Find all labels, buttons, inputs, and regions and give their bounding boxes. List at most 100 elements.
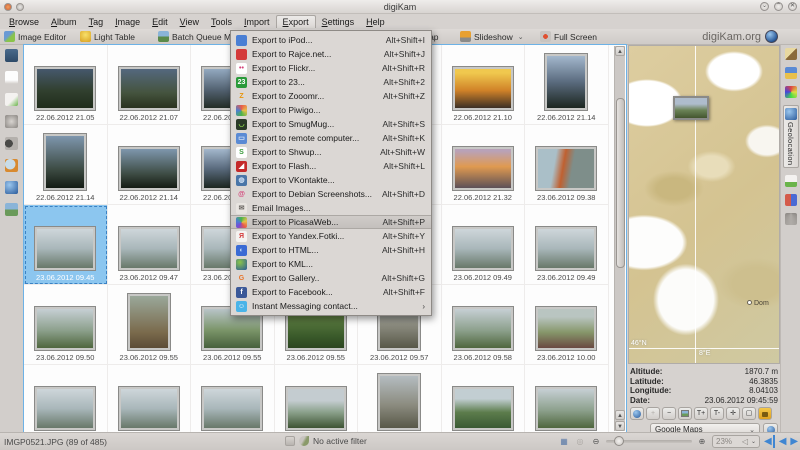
thumbnail-cell[interactable]: 23.06.2012 09.49 <box>441 205 525 285</box>
menu-item-export-to-facebook[interactable]: f Export to Facebook... Alt+Shift+F <box>231 285 431 299</box>
menubar-item-tag[interactable]: Tag <box>83 16 110 28</box>
grid-view-icon[interactable]: ▦ <box>558 436 570 448</box>
menubar-item-tools[interactable]: Tools <box>205 16 238 28</box>
photo-thumbnail[interactable] <box>34 66 97 111</box>
menubar-item-edit[interactable]: Edit <box>146 16 174 28</box>
scroll-down-icon[interactable]: ▼ <box>615 421 625 431</box>
menubar-item-album[interactable]: Album <box>45 16 83 28</box>
region-select-button[interactable]: ▢ <box>742 407 756 420</box>
menubar-item-export[interactable]: Export <box>275 15 316 28</box>
toolbar-button-image-editor[interactable]: Image Editor <box>4 30 66 43</box>
photo-thumbnail[interactable] <box>451 386 514 431</box>
menubar-item-help[interactable]: Help <box>360 16 391 28</box>
calendar-icon[interactable] <box>5 71 18 84</box>
properties-icon[interactable] <box>784 48 797 60</box>
thumbnail-cell[interactable]: 23.06.2012 09.58 <box>441 285 525 365</box>
thumbnail-cell[interactable]: 22.06.2012 21.14 <box>107 125 191 205</box>
minimize-icon[interactable]: ⌄ <box>760 2 769 11</box>
thumbnail-cell[interactable]: 23.06.2012 10.13 <box>525 365 609 432</box>
search-icon[interactable] <box>5 137 18 150</box>
increase-thumb-button[interactable]: T+ <box>694 407 708 420</box>
map-settings-button[interactable] <box>630 407 644 420</box>
menu-item-email-images[interactable]: ✉ Email Images... <box>231 201 431 215</box>
thumbnail-cell[interactable]: 23.06.2012 09.55 <box>107 285 191 365</box>
thumbnail-cell[interactable]: 23.06.2012 10.09 <box>442 365 525 432</box>
photo-thumbnail[interactable] <box>201 386 264 431</box>
maximize-icon[interactable]: ⌃ <box>774 2 783 11</box>
photo-thumbnail[interactable] <box>451 66 514 111</box>
metadata-icon[interactable] <box>784 67 797 79</box>
photo-thumbnail[interactable] <box>34 386 97 431</box>
photo-thumbnail[interactable] <box>117 146 180 191</box>
photo-thumbnail[interactable] <box>117 226 180 271</box>
timeline-icon[interactable] <box>5 115 18 128</box>
previous-image-button[interactable]: ◀ <box>779 435 787 448</box>
thumbnail-cell[interactable]: 23.06.2012 10.00 <box>525 285 609 365</box>
thumbnail-cell[interactable]: 23.06.2012 09.45 <box>24 205 108 285</box>
first-image-button[interactable]: ◀ <box>764 435 775 448</box>
show-thumbnails-button[interactable] <box>678 407 692 420</box>
menu-item-export-to-flash[interactable]: ◢ Export to Flash... Alt+Shift+L <box>231 159 431 173</box>
thumbnail-cell[interactable]: 22.06.2012 21.14 <box>24 125 108 205</box>
photo-thumbnail[interactable] <box>117 386 180 431</box>
zoom-in-button[interactable]: + <box>646 407 660 420</box>
next-image-button[interactable]: ▶ <box>790 435 798 448</box>
zoom-slider[interactable] <box>606 436 692 446</box>
menu-item-export-to-flickr[interactable]: •• Export to Flickr... Alt+Shift+R <box>231 61 431 75</box>
people-icon[interactable] <box>5 203 18 216</box>
photo-thumbnail[interactable] <box>544 53 589 111</box>
photo-thumbnail[interactable] <box>377 373 422 431</box>
toolbar-button-light-table[interactable]: Light Table <box>80 30 135 43</box>
map-view[interactable]: 46°N 8°E Dom <box>628 45 780 364</box>
menu-item-export-to-gallery[interactable]: G Export to Gallery.. Alt+Shift+G <box>231 271 431 285</box>
photo-thumbnail[interactable] <box>117 66 180 111</box>
menu-item-export-to-piwigo[interactable]: Export to Piwigo... <box>231 103 431 117</box>
colors-icon[interactable] <box>784 86 797 98</box>
clear-zoom-icon[interactable]: ◁ <box>742 437 748 446</box>
menu-item-export-to-23[interactable]: 23 Export to 23... Alt+Shift+2 <box>231 75 431 89</box>
toolbar-button-full-screen[interactable]: Full Screen <box>540 30 597 43</box>
lock-button[interactable] <box>758 407 772 420</box>
thumbnail-cell[interactable]: 22.06.2012 21.07 <box>107 45 191 125</box>
vertical-scrollbar[interactable]: ▲ ▲ ▼ <box>614 46 625 431</box>
versions-icon[interactable] <box>784 194 797 207</box>
zoom-out-button[interactable]: − <box>662 407 676 420</box>
scroll-up2-icon[interactable]: ▲ <box>615 410 625 420</box>
thumbnail-cell[interactable]: 23.06.2012 10.01 <box>24 365 108 432</box>
tags-icon[interactable] <box>5 93 18 106</box>
thumbnail-cell[interactable]: 23.06.2012 09.49 <box>525 205 609 285</box>
thumbnail-cell[interactable]: 22.06.2012 21.32 <box>441 125 525 205</box>
menu-item-export-to-zooomr[interactable]: Z Export to Zooomr... Alt+Shift+Z <box>231 89 431 103</box>
chevron-down-icon[interactable]: ⌄ <box>518 33 524 41</box>
thumbnail-cell[interactable]: 23.06.2012 10.05 <box>275 365 358 432</box>
menu-item-export-to-rajce-net[interactable]: Export to Rajce.net... Alt+Shift+J <box>231 47 431 61</box>
thumbnail-cell[interactable]: 22.06.2012 21.05 <box>24 45 108 125</box>
menubar-item-image[interactable]: Image <box>109 16 146 28</box>
photo-thumbnail[interactable] <box>535 386 598 431</box>
thumbnail-cell[interactable]: 23.06.2012 09.50 <box>24 285 108 365</box>
scrollbar-thumb[interactable] <box>616 98 625 268</box>
tab-geolocation[interactable]: Geolocation <box>782 105 799 169</box>
map-view-icon[interactable] <box>5 181 18 194</box>
photo-thumbnail[interactable] <box>43 133 88 191</box>
photo-thumbnail[interactable] <box>284 386 347 431</box>
filter-wrench-icon[interactable] <box>299 436 309 446</box>
menu-item-instant-messaging-contact[interactable]: ☺ Instant Messaging contact... › <box>231 299 431 313</box>
photo-thumbnail[interactable] <box>535 226 598 271</box>
photo-thumbnail[interactable] <box>126 293 171 351</box>
photo-thumbnail[interactable] <box>535 306 598 351</box>
captions-icon[interactable] <box>784 175 797 188</box>
photo-thumbnail[interactable] <box>34 306 97 351</box>
chevron-down-icon[interactable]: ⌄ <box>751 438 756 445</box>
menu-item-export-to-html[interactable]: ◐ Export to HTML... Alt+Shift+H <box>231 243 431 257</box>
window-titlebar[interactable]: digiKam ⌄ ⌃ ✕ <box>0 0 800 14</box>
fuzzy-search-icon[interactable] <box>5 159 18 172</box>
close-icon[interactable]: ✕ <box>788 2 797 11</box>
scroll-up-icon[interactable]: ▲ <box>615 46 625 56</box>
menubar-item-settings[interactable]: Settings <box>316 16 361 28</box>
menu-item-export-to-shwup[interactable]: S Export to Shwup... Alt+Shift+W <box>231 145 431 159</box>
menu-item-export-to-remote-computer[interactable]: ▭ Export to remote computer... Alt+Shift+K <box>231 131 431 145</box>
decrease-thumb-button[interactable]: T- <box>710 407 724 420</box>
zoom-slider-handle[interactable] <box>614 436 624 446</box>
toolbar-button-slideshow[interactable]: Slideshow ⌄ <box>460 30 524 43</box>
